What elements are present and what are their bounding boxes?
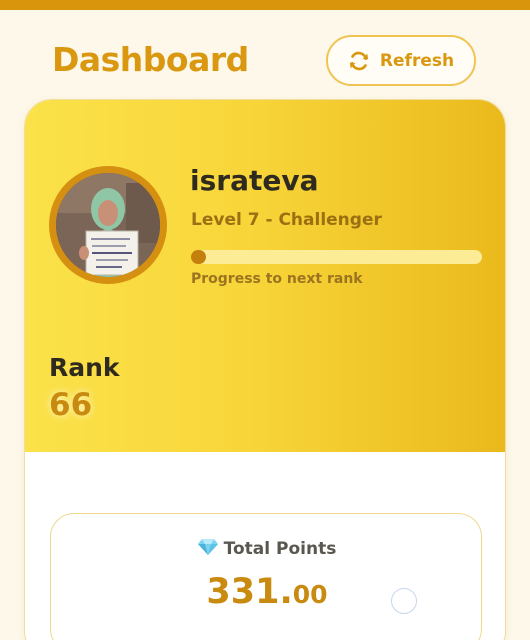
avatar[interactable]: [49, 166, 167, 284]
profile-hero: israteva Level 7 - Challenger Progress t…: [25, 100, 505, 452]
progress-label: Progress to next rank: [191, 271, 363, 287]
points-integer: 331.: [206, 572, 293, 612]
rank-progress-fill: [191, 250, 206, 264]
total-points-header: Total Points: [51, 538, 483, 560]
rank-progress-bar: [191, 250, 482, 264]
top-accent-bar: [0, 0, 530, 10]
refresh-label: Refresh: [379, 50, 455, 71]
refresh-button[interactable]: Refresh: [326, 35, 476, 86]
profile-card: israteva Level 7 - Challenger Progress t…: [24, 99, 506, 640]
refresh-icon: [348, 50, 370, 72]
total-points-value: 331.00: [51, 572, 483, 612]
avatar-photo: [56, 173, 160, 277]
level-label: Level 7 - Challenger: [191, 210, 382, 230]
username: israteva: [190, 164, 319, 197]
rank-label: Rank: [49, 353, 120, 382]
total-points-card: Total Points 331.00: [50, 513, 482, 640]
diamond-icon: [197, 538, 218, 560]
page-title: Dashboard: [52, 40, 249, 79]
total-points-label: Total Points: [223, 539, 337, 559]
points-decimal: 00: [292, 580, 328, 609]
rank-value: 66: [49, 387, 93, 423]
loading-spinner: [391, 588, 417, 614]
